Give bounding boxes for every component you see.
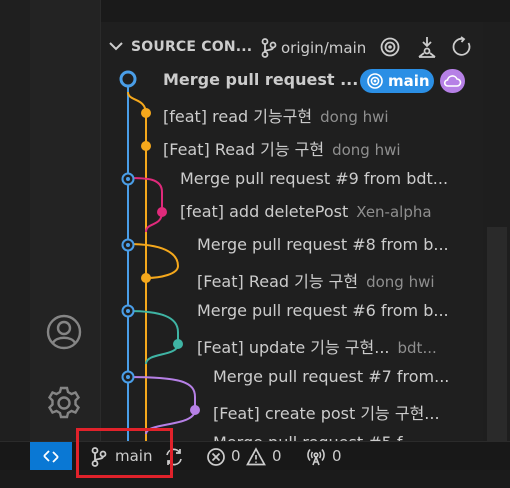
commit-row[interactable]: Merge pull request #7 from... <box>213 367 449 389</box>
commit-row[interactable]: Merge pull request ... <box>163 70 358 92</box>
commit-message: [Feat] update 기능 구현... <box>197 338 390 357</box>
commit-row[interactable]: [feat] add deletePost Xen-alpha <box>180 202 432 224</box>
commit-row[interactable]: [Feat] Read 기능 구현 dong hwi <box>163 136 401 159</box>
commit-message: Merge pull request #6 from b... <box>197 301 449 320</box>
commit-message: Merge pull request #5 f... <box>213 433 417 441</box>
commit-message: [feat] add deletePost <box>180 202 349 221</box>
commit-node <box>190 405 200 415</box>
target-icon[interactable] <box>379 36 401 58</box>
editor-gutter <box>483 22 510 441</box>
fetch-icon[interactable] <box>416 36 438 60</box>
cloud-icon <box>443 75 462 87</box>
commit-author: bdt... <box>397 339 437 357</box>
activity-bar-inner <box>30 0 101 441</box>
broadcast-icon[interactable] <box>306 447 326 467</box>
remote-badge <box>440 69 465 93</box>
commit-row[interactable]: Merge pull request #6 from b... <box>197 301 449 323</box>
branch-badge-main: main <box>360 69 434 93</box>
commit-author: Xen-alpha <box>356 203 432 221</box>
commit-message: Merge pull request ... <box>163 70 359 89</box>
commit-message: Merge pull request #8 from b... <box>197 235 449 254</box>
commit-message: [Feat] Read 기능 구현 <box>163 140 325 159</box>
commit-node <box>141 108 151 118</box>
commit-node <box>141 141 151 151</box>
activity-bar <box>0 0 101 441</box>
ports-count[interactable]: 0 <box>332 447 342 465</box>
commit-row[interactable]: [Feat] update 기능 구현... bdt... <box>197 334 437 357</box>
commit-author: dong hwi <box>320 108 389 126</box>
current-branch-label: origin/main <box>281 39 367 57</box>
commit-message: Merge pull request #7 from... <box>213 367 450 386</box>
error-count[interactable]: 0 <box>231 447 241 465</box>
warning-count[interactable]: 0 <box>272 447 282 465</box>
refresh-icon[interactable] <box>451 36 473 58</box>
highlight-box <box>76 428 173 478</box>
account-icon[interactable] <box>44 312 84 352</box>
commit-author: dong hwi <box>332 141 401 159</box>
commit-author: dong hwi <box>366 273 435 291</box>
warning-icon[interactable] <box>246 447 266 467</box>
commit-row[interactable]: Merge pull request #9 from bdt... <box>180 169 448 191</box>
commit-row[interactable]: [Feat] create post 기능 구현... <box>213 400 440 423</box>
commit-node <box>141 273 151 283</box>
commit-row[interactable]: [Feat] Read 기능 구현 dong hwi <box>197 268 435 291</box>
source-control-graph-panel: SOURCE CON... origin/main Merge pull req… <box>101 22 483 441</box>
branch-icon <box>261 38 277 58</box>
commit-node <box>157 207 167 217</box>
commit-message: [Feat] Read 기능 구현 <box>197 272 359 291</box>
commit-message: Merge pull request #9 from bdt... <box>180 169 449 188</box>
settings-gear-icon[interactable] <box>44 383 84 423</box>
remote-icon <box>43 450 59 463</box>
remote-button[interactable] <box>30 442 72 471</box>
commit-node <box>119 70 137 88</box>
commit-row[interactable]: Merge pull request #8 from b... <box>197 235 449 257</box>
error-icon[interactable] <box>206 447 226 467</box>
commit-message: [feat] read 기능구현 <box>163 107 313 126</box>
commit-row[interactable]: Merge pull request #5 f... <box>213 433 417 441</box>
commit-node <box>173 339 183 349</box>
commit-row[interactable]: [feat] read 기능구현 dong hwi <box>163 103 389 126</box>
commit-message: [Feat] create post 기능 구현... <box>213 404 440 423</box>
branch-badge-label: main <box>388 72 430 90</box>
scroll-region <box>487 227 507 441</box>
target-icon <box>367 73 383 89</box>
